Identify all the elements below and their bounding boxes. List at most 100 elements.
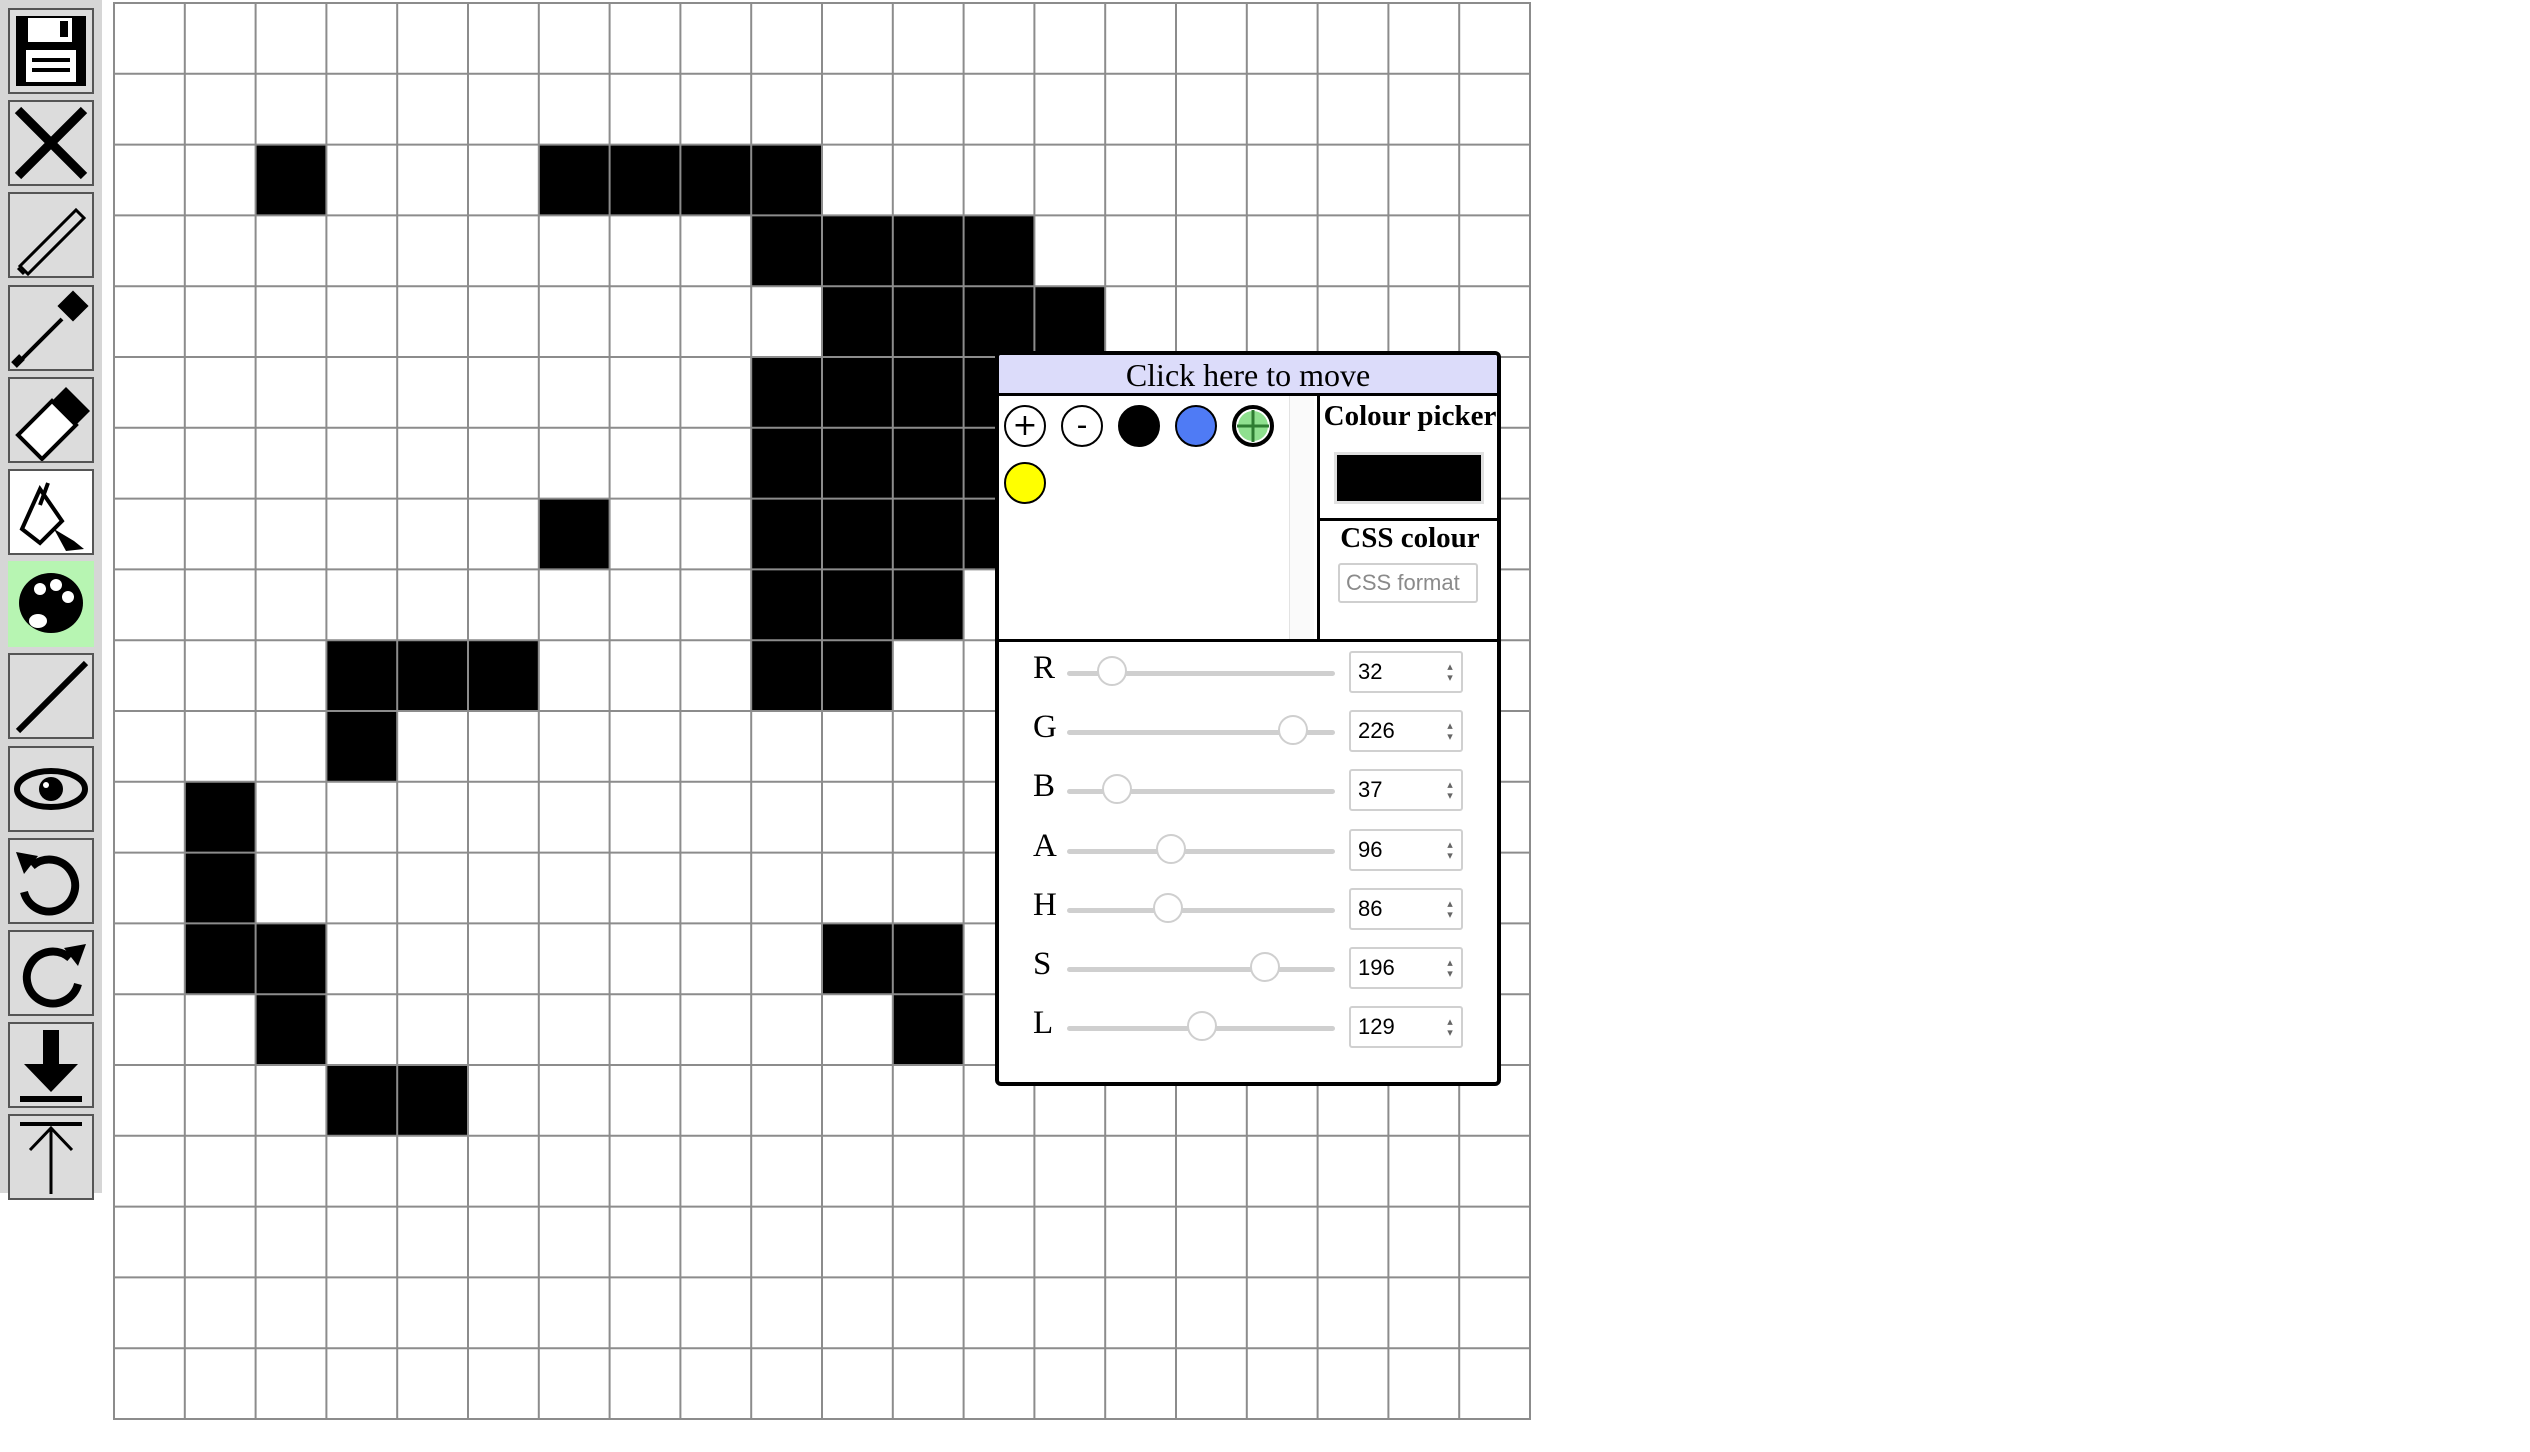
slider-track[interactable] [1067,967,1335,972]
filled-pixel[interactable] [751,144,822,216]
filled-pixel[interactable] [751,640,822,711]
save-icon [16,16,86,86]
filled-pixel[interactable] [892,427,964,499]
slider-value: 32 [1358,659,1383,684]
redo-icon [22,944,86,1008]
filled-pixel[interactable] [822,923,893,995]
filled-pixel[interactable] [892,357,964,428]
filled-pixel[interactable] [326,1065,398,1136]
spinner-arrows-icon[interactable]: ▴ ▾ [1445,661,1455,683]
filled-pixel[interactable] [892,923,964,995]
filled-pixel[interactable] [822,640,893,711]
slider-thumb[interactable] [1096,656,1127,686]
filled-pixel[interactable] [751,215,822,287]
add-swatch-button[interactable]: + [1004,405,1046,447]
filled-pixel[interactable] [751,357,822,428]
filled-pixel[interactable] [822,498,893,570]
filled-pixel[interactable] [822,427,893,499]
filled-pixel[interactable] [326,711,398,782]
slider-number-input[interactable]: 37 ▴ ▾ [1349,769,1463,812]
slider-number-input[interactable]: 129 ▴ ▾ [1349,1006,1463,1049]
spinner-arrows-icon[interactable]: ▴ ▾ [1445,839,1455,861]
slider-thumb[interactable] [1277,715,1308,746]
filled-pixel[interactable] [397,640,468,711]
slider-value: 37 [1358,777,1383,803]
download-tool-button[interactable] [8,1022,94,1109]
filled-pixel[interactable] [680,144,752,216]
filled-pixel[interactable] [892,569,964,641]
preview-eye-icon [14,767,88,810]
colour-swatch[interactable] [1118,405,1160,447]
filled-pixel[interactable] [822,286,893,357]
filled-pixel[interactable] [822,569,893,641]
colour-picker-label: Colour picker [1323,400,1497,432]
spinner-arrows-icon[interactable]: ▴ ▾ [1445,1016,1455,1038]
undo-tool-button[interactable] [8,837,94,924]
filled-pixel[interactable] [468,640,539,711]
filled-pixel[interactable] [892,994,964,1065]
filled-pixel[interactable] [892,215,964,287]
filled-pixel[interactable] [255,994,327,1065]
palette-icon [19,573,83,634]
filled-pixel[interactable] [538,498,610,570]
spinner-arrows-icon[interactable]: ▴ ▾ [1445,898,1455,920]
spinner-arrows-icon[interactable]: ▴ ▾ [1445,957,1455,979]
filled-pixel[interactable] [184,923,256,995]
pencil-tool-button[interactable] [8,192,94,279]
slider-track[interactable] [1067,848,1335,854]
current-swatch[interactable] [1232,405,1274,447]
filled-pixel[interactable] [397,1065,468,1136]
remove-swatch-button[interactable]: - [1061,405,1103,447]
filled-pixel[interactable] [751,427,822,499]
palette-tool-button[interactable] [8,561,94,648]
filled-pixel[interactable] [184,852,256,924]
swatch-scrollbar[interactable] [1289,396,1314,639]
slider-thumb[interactable] [1250,952,1281,982]
divider [1320,518,1497,521]
filled-pixel[interactable] [255,923,327,995]
spinner-arrows-icon[interactable]: ▴ ▾ [1445,720,1455,742]
colour-swatch[interactable] [1004,462,1046,504]
slider-thumb[interactable] [1101,774,1132,805]
filled-pixel[interactable] [822,215,893,287]
spinner-arrows-icon[interactable]: ▴ ▾ [1445,779,1455,801]
clear-tool-button[interactable] [8,100,94,187]
line-icon [15,661,89,734]
filled-pixel[interactable] [751,498,822,570]
filled-pixel[interactable] [255,144,327,216]
filled-pixel[interactable] [892,498,964,570]
slider-number-input[interactable]: 96 ▴ ▾ [1349,828,1463,871]
filled-pixel[interactable] [751,569,822,641]
panel-drag-handle[interactable]: Click here to move [999,355,1497,396]
slider-thumb[interactable] [1156,833,1187,864]
filled-pixel[interactable] [1034,286,1106,357]
upload-icon [20,1122,82,1195]
upload-tool-button[interactable] [8,1114,94,1201]
css-colour-input[interactable] [1338,563,1478,603]
filled-pixel[interactable] [963,215,1035,287]
slider-number-input[interactable]: 86 ▴ ▾ [1349,887,1463,930]
slider-track[interactable] [1067,907,1335,913]
filled-pixel[interactable] [326,640,398,711]
filled-pixel[interactable] [892,286,964,357]
preview-eye-tool-button[interactable] [8,745,94,832]
eyedropper-tool-button[interactable] [8,284,94,371]
slider-label: S [1033,946,1052,982]
colour-swatch[interactable] [1175,405,1217,447]
filled-pixel[interactable] [184,781,256,853]
save-tool-button[interactable] [8,8,94,94]
redo-tool-button[interactable] [8,930,94,1016]
line-tool-button[interactable] [8,653,94,740]
slider-thumb[interactable] [1187,1011,1218,1042]
filled-pixel[interactable] [538,144,610,216]
fill-bucket-tool-button[interactable] [8,469,94,555]
slider-number-input[interactable]: 226 ▴ ▾ [1349,710,1463,753]
filled-pixel[interactable] [822,357,893,428]
slider-number-input[interactable]: 196 ▴ ▾ [1349,947,1463,989]
eraser-tool-button[interactable] [8,376,94,463]
colour-picker-input[interactable] [1334,452,1484,504]
slider-number-input[interactable]: 32 ▴ ▾ [1349,651,1463,693]
slider-thumb[interactable] [1152,892,1183,923]
filled-pixel[interactable] [609,144,681,216]
filled-pixel[interactable] [963,286,1035,357]
